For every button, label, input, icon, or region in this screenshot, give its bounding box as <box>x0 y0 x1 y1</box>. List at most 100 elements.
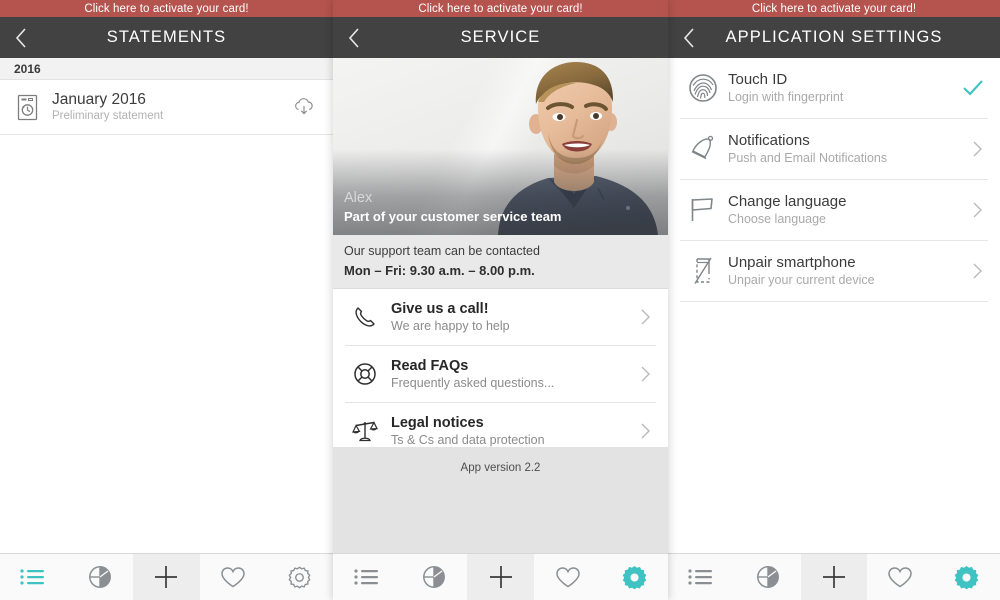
banner-label: Click here to activate your card! <box>84 2 249 15</box>
back-button[interactable] <box>0 17 42 58</box>
list-item[interactable]: Read FAQs Frequently asked questions... <box>345 346 656 403</box>
back-button[interactable] <box>668 17 710 58</box>
navbar-application-settings: APPLICATION SETTINGS <box>668 17 1000 58</box>
list-icon <box>20 567 46 587</box>
list-item-title: Touch ID <box>728 71 788 88</box>
list-item-title: Unpair smartphone <box>728 254 856 271</box>
bell-icon <box>680 135 726 163</box>
tab-list[interactable] <box>333 554 400 600</box>
list-item[interactable]: Change language Choose language <box>680 180 988 241</box>
smartphone-unpair-icon <box>680 256 726 286</box>
tab-add[interactable] <box>800 554 868 600</box>
list-item-texts: January 2016 Preliminary statement <box>44 91 289 124</box>
tab-add[interactable] <box>467 554 534 600</box>
tabbar-statements <box>0 553 333 600</box>
scales-icon <box>345 419 385 443</box>
service-agent-photo: Alex Part of your customer service team <box>333 58 668 235</box>
list-item-texts: Notifications Push and Email Notificatio… <box>726 131 966 167</box>
chevron-left-icon <box>14 27 28 49</box>
activate-card-banner[interactable]: Click here to activate your card! <box>333 0 668 17</box>
support-hours-line1: Our support team can be contacted <box>344 244 540 258</box>
agent-caption: Alex Part of your customer service team <box>344 189 561 226</box>
heart-icon <box>220 566 246 589</box>
list-item-title: January 2016 <box>52 90 146 108</box>
list-item-subtitle: Push and Email Notifications <box>728 151 888 165</box>
page-title: APPLICATION SETTINGS <box>725 28 943 46</box>
list-item-subtitle: Unpair your current device <box>728 273 875 287</box>
support-hours-box: Our support team can be contacted Mon – … <box>333 235 668 289</box>
chevron-left-icon <box>682 27 696 49</box>
tab-settings[interactable] <box>266 554 333 600</box>
page-title: SERVICE <box>460 28 541 46</box>
tab-analytics[interactable] <box>400 554 467 600</box>
agent-role: Part of your customer service team <box>344 209 562 224</box>
list-item-texts: Read FAQs Frequently asked questions... <box>385 357 634 392</box>
settings-body: Touch ID Login with fingerprint Notifica… <box>668 58 1000 553</box>
section-header-year: 2016 <box>0 58 333 80</box>
list-item-texts: Legal notices Ts & Cs and data protectio… <box>385 414 634 449</box>
statements-body: 2016 January 2016 Preliminary statement <box>0 58 333 553</box>
banner-label: Click here to activate your card! <box>751 2 917 15</box>
app-version-label: App version 2.2 <box>460 462 541 474</box>
gear-icon <box>287 565 312 590</box>
statement-document-icon <box>10 94 44 121</box>
chevron-right-icon <box>634 422 656 440</box>
list-item-texts: Change language Choose language <box>726 192 966 228</box>
list-item-title: Notifications <box>728 132 810 149</box>
list-item-subtitle: We are happy to help <box>391 318 510 333</box>
tab-favorites[interactable] <box>534 554 601 600</box>
back-button[interactable] <box>333 17 375 58</box>
tab-favorites[interactable] <box>200 554 267 600</box>
tab-analytics[interactable] <box>67 554 134 600</box>
app-version-footer: App version 2.2 <box>333 447 668 553</box>
screen-service: Click here to activate your card! SERVIC… <box>333 0 668 600</box>
pie-chart-icon <box>422 565 446 589</box>
activate-card-banner[interactable]: Click here to activate your card! <box>0 0 333 17</box>
tab-list[interactable] <box>668 554 734 600</box>
plus-icon <box>487 563 515 591</box>
list-item-title: Change language <box>728 193 847 210</box>
list-item-texts: Touch ID Login with fingerprint <box>726 70 958 106</box>
chevron-right-icon <box>966 140 988 158</box>
phone-icon <box>345 305 385 329</box>
chevron-left-icon <box>347 27 361 49</box>
tab-settings[interactable] <box>934 554 1000 600</box>
list-item[interactable]: January 2016 Preliminary statement <box>0 80 333 135</box>
plus-icon <box>820 563 848 591</box>
list-item[interactable]: Touch ID Login with fingerprint <box>680 58 988 119</box>
flag-icon <box>680 196 726 224</box>
list-item-subtitle: Ts & Cs and data protection <box>391 432 545 447</box>
pie-chart-icon <box>88 565 112 589</box>
plus-icon <box>152 563 180 591</box>
screen-application-settings: Click here to activate your card! APPLIC… <box>668 0 1000 600</box>
heart-icon <box>555 566 581 589</box>
banner-label: Click here to activate your card! <box>418 2 583 15</box>
chevron-right-icon <box>966 201 988 219</box>
lifebuoy-icon <box>345 362 385 386</box>
tab-analytics[interactable] <box>734 554 800 600</box>
tab-favorites[interactable] <box>867 554 933 600</box>
list-item[interactable]: Unpair smartphone Unpair your current de… <box>680 241 988 302</box>
tab-add[interactable] <box>133 554 200 600</box>
list-item-title: Give us a call! <box>391 300 489 317</box>
list-item-subtitle: Preliminary statement <box>52 109 164 122</box>
activate-card-banner[interactable]: Click here to activate your card! <box>668 0 1000 17</box>
check-icon <box>958 79 988 97</box>
list-item[interactable]: Notifications Push and Email Notificatio… <box>680 119 988 180</box>
list-item-subtitle: Frequently asked questions... <box>391 375 555 390</box>
chevron-right-icon <box>634 308 656 326</box>
chevron-right-icon <box>966 262 988 280</box>
list-item[interactable]: Give us a call! We are happy to help <box>345 289 656 346</box>
page-title: STATEMENTS <box>106 28 227 46</box>
tab-list[interactable] <box>0 554 67 600</box>
list-item-subtitle: Choose language <box>728 212 826 226</box>
cloud-download-icon[interactable] <box>289 97 319 117</box>
tab-settings[interactable] <box>601 554 668 600</box>
screenshot-root: Click here to activate your card! STATEM… <box>0 0 1000 600</box>
list-item-texts: Give us a call! We are happy to help <box>385 300 634 335</box>
list-item-subtitle: Login with fingerprint <box>728 90 844 104</box>
chevron-right-icon <box>634 365 656 383</box>
support-hours-line2: Mon – Fri: 9.30 a.m. – 8.00 p.m. <box>344 263 535 278</box>
list-item-title: Legal notices <box>391 414 484 431</box>
service-body: Alex Part of your customer service team … <box>333 58 668 553</box>
